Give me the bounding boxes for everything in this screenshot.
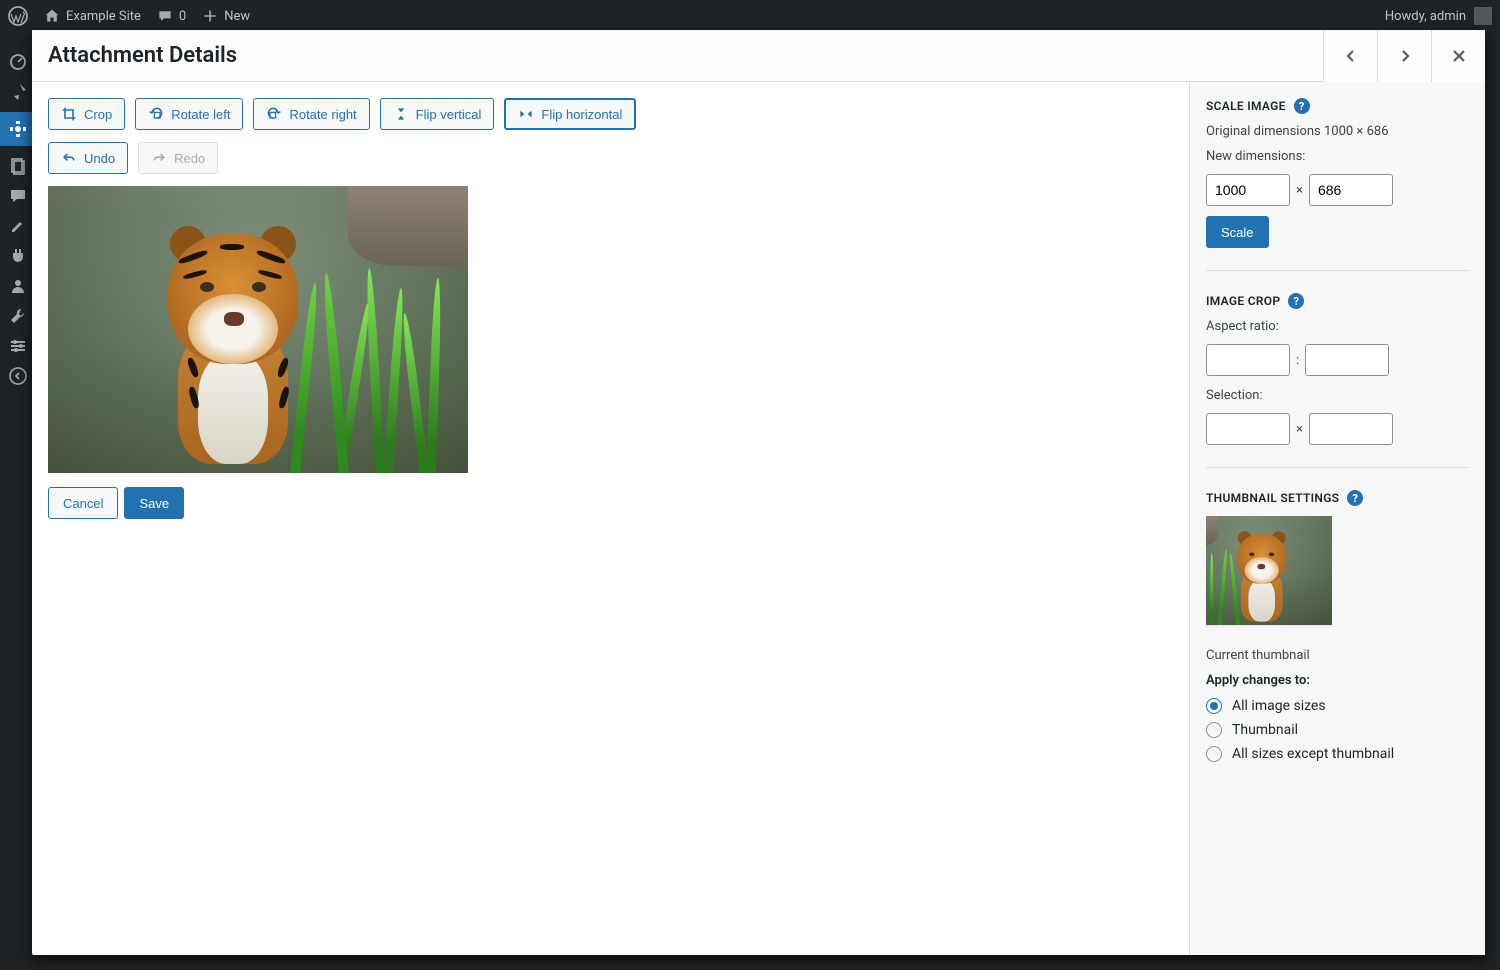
close-button[interactable]	[1431, 30, 1485, 82]
close-icon	[1451, 48, 1467, 64]
redo-button: Redo	[138, 142, 218, 174]
undo-button[interactable]: Undo	[48, 142, 128, 174]
pin-icon[interactable]	[8, 82, 28, 102]
flip-horizontal-button[interactable]: Flip horizontal	[504, 98, 636, 130]
selection-label: Selection:	[1206, 388, 1469, 403]
separator: ×	[1296, 183, 1303, 198]
media-icon[interactable]	[0, 112, 36, 146]
comments-icon[interactable]	[8, 186, 28, 206]
appearance-icon[interactable]	[8, 216, 28, 236]
help-icon[interactable]: ?	[1294, 98, 1310, 114]
next-button[interactable]	[1377, 30, 1431, 82]
radio-thumbnail[interactable]: Thumbnail	[1206, 722, 1469, 738]
crop-heading: Image Crop?	[1206, 293, 1469, 309]
separator: ×	[1296, 422, 1303, 437]
scale-heading: Scale Image?	[1206, 98, 1469, 114]
modal-header: Attachment Details	[32, 30, 1485, 82]
thumbnail-heading: Thumbnail Settings?	[1206, 490, 1469, 506]
new-link[interactable]: New	[202, 8, 250, 24]
help-icon[interactable]: ?	[1288, 293, 1304, 309]
apply-changes-label: Apply changes to:	[1206, 673, 1469, 688]
rotate-right-icon	[266, 106, 282, 122]
editor-pane: Crop Rotate left Rotate right Flip verti…	[32, 82, 1189, 955]
scale-width-input[interactable]	[1206, 174, 1290, 206]
aspect-height-input[interactable]	[1305, 344, 1389, 376]
crop-icon	[61, 106, 77, 122]
aspect-label: Aspect ratio:	[1206, 319, 1469, 334]
rotate-left-icon	[148, 106, 164, 122]
flip-vertical-icon	[393, 106, 409, 122]
save-button[interactable]: Save	[124, 487, 184, 519]
rotate-left-button[interactable]: Rotate left	[135, 98, 243, 130]
collapse-icon[interactable]	[8, 366, 28, 386]
new-text: New	[224, 9, 250, 24]
dashboard-icon[interactable]	[8, 52, 28, 72]
selection-height-input[interactable]	[1309, 413, 1393, 445]
site-name-link[interactable]: Example Site	[44, 8, 141, 24]
current-thumbnail-label: Current thumbnail	[1206, 648, 1469, 663]
help-icon[interactable]: ?	[1347, 490, 1363, 506]
modal-title: Attachment Details	[48, 43, 237, 68]
original-dimensions: Original dimensions 1000 × 686	[1206, 124, 1469, 139]
separator: :	[1296, 353, 1299, 368]
redo-icon	[151, 150, 167, 166]
aspect-width-input[interactable]	[1206, 344, 1290, 376]
pages-icon[interactable]	[8, 156, 28, 176]
settings-pane: Scale Image? Original dimensions 1000 × …	[1189, 82, 1485, 955]
selection-width-input[interactable]	[1206, 413, 1290, 445]
site-name-text: Example Site	[66, 9, 141, 24]
comments-count: 0	[179, 9, 186, 24]
scale-height-input[interactable]	[1309, 174, 1393, 206]
account-link[interactable]: Howdy, admin	[1385, 7, 1492, 25]
prev-button[interactable]	[1323, 30, 1377, 82]
chevron-right-icon	[1397, 48, 1413, 64]
flip-horizontal-icon	[518, 106, 534, 122]
tools-icon[interactable]	[8, 306, 28, 326]
radio-icon	[1206, 722, 1222, 738]
modal-nav	[1323, 30, 1485, 82]
flip-vertical-button[interactable]: Flip vertical	[380, 98, 495, 130]
radio-all-sizes[interactable]: All image sizes	[1206, 698, 1469, 714]
comment-icon	[157, 8, 173, 24]
home-icon	[44, 8, 60, 24]
radio-icon	[1206, 746, 1222, 762]
scale-button[interactable]: Scale	[1206, 216, 1269, 248]
howdy-text: Howdy, admin	[1385, 9, 1466, 24]
plugins-icon[interactable]	[8, 246, 28, 266]
image-preview[interactable]	[48, 186, 468, 473]
undo-icon	[61, 150, 77, 166]
admin-sidebar	[0, 32, 36, 970]
wp-logo[interactable]	[8, 6, 28, 26]
attachment-details-modal: Attachment Details Crop Rotate left Rota…	[32, 30, 1485, 955]
chevron-left-icon	[1343, 48, 1359, 64]
settings-icon[interactable]	[8, 336, 28, 356]
comments-link[interactable]: 0	[157, 8, 186, 24]
avatar	[1474, 7, 1492, 25]
cancel-button[interactable]: Cancel	[48, 487, 118, 519]
radio-except-thumbnail[interactable]: All sizes except thumbnail	[1206, 746, 1469, 762]
admin-bar: Example Site 0 New Howdy, admin	[0, 0, 1500, 32]
rotate-right-button[interactable]: Rotate right	[253, 98, 369, 130]
new-dimensions-label: New dimensions:	[1206, 149, 1469, 164]
radio-icon	[1206, 698, 1222, 714]
crop-button[interactable]: Crop	[48, 98, 125, 130]
thumbnail-preview	[1206, 516, 1332, 642]
users-icon[interactable]	[8, 276, 28, 296]
plus-icon	[202, 8, 218, 24]
